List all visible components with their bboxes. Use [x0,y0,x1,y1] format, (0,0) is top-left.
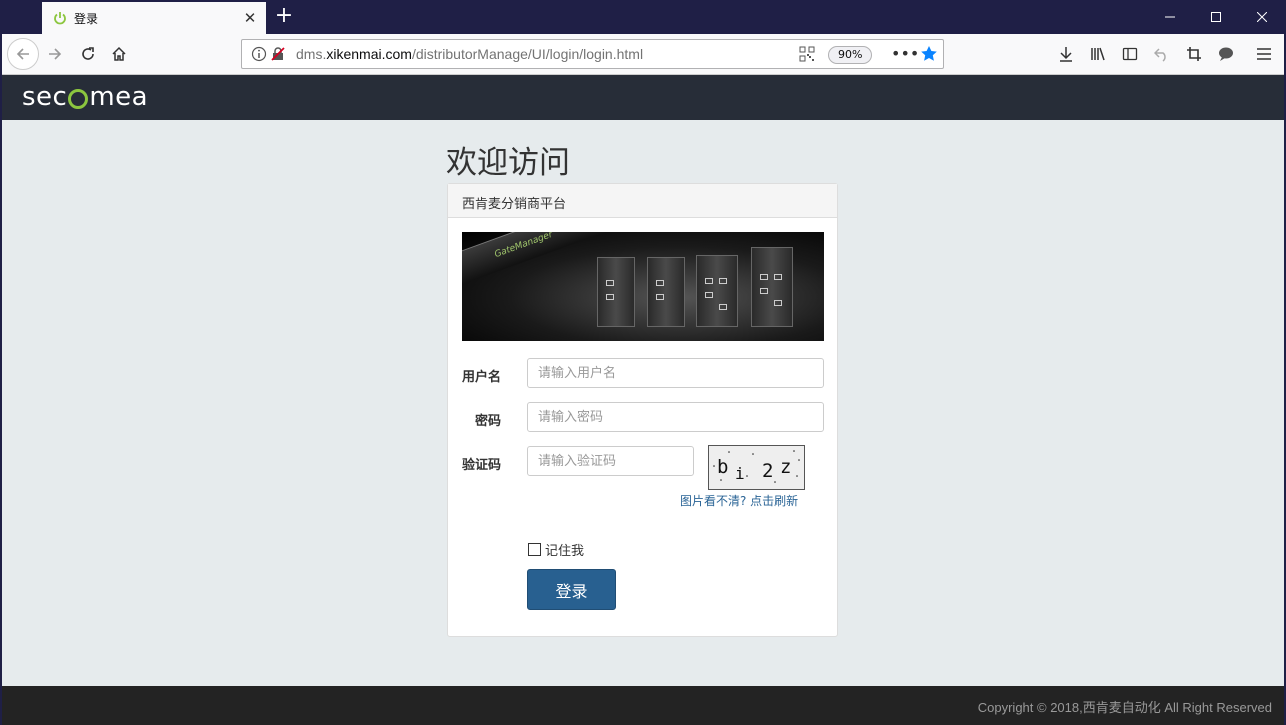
hamburger-menu-icon[interactable] [1250,40,1278,68]
more-actions-icon[interactable]: ••• [891,44,919,63]
panel-title: 西肯麦分销商平台 [448,184,837,218]
remember-me[interactable]: 记住我 [528,540,584,559]
tab-title: 登录 [74,11,99,26]
address-bar[interactable]: dms.xikenmai.com/distributorManage/UI/lo… [241,39,944,69]
password-input[interactable] [527,402,824,432]
captcha-noise [713,450,800,483]
window-border-left [0,34,2,725]
site-header: sec mea [2,75,1284,120]
maximize-icon[interactable] [1193,0,1239,34]
device-4 [751,247,793,327]
login-button[interactable]: 登录 [527,569,616,610]
window-close-icon[interactable] [1239,0,1285,34]
insecure-lock-icon[interactable] [270,46,286,66]
login-panel: 西肯麦分销商平台 GateManager 用户名 密码 验证码 b i 2 z … [447,183,838,637]
download-icon[interactable] [1052,40,1080,68]
forward-arrow-icon[interactable] [41,40,69,68]
reload-icon[interactable] [74,40,102,68]
url-text: dms.xikenmai.com/distributorManage/UI/lo… [296,46,644,62]
bookmark-star-icon[interactable] [920,45,938,67]
remember-me-label: 记住我 [545,544,585,559]
secomea-logo[interactable]: sec mea [22,82,148,112]
site-footer: Copyright © 2018,西肯麦自动化 All Right Reserv… [2,686,1284,725]
new-tab-button[interactable]: + [272,5,296,29]
captcha-label: 验证码 [462,458,502,473]
close-tab-icon[interactable]: ✕ [238,6,262,30]
device-1 [597,257,635,327]
refresh-captcha-link[interactable]: 图片看不清? 点击刷新 [680,492,798,509]
remember-me-checkbox[interactable] [528,543,541,556]
zoom-level-badge[interactable]: 90% [828,46,873,64]
info-icon[interactable] [251,46,267,66]
library-icon[interactable] [1084,40,1112,68]
captcha-input[interactable] [527,446,694,476]
home-icon[interactable] [105,40,133,68]
password-label: 密码 [475,414,502,429]
sidebar-icon[interactable] [1116,40,1144,68]
back-arrow-icon[interactable] [7,38,39,70]
username-label: 用户名 [462,370,502,385]
captcha-image[interactable]: b i 2 z [708,445,805,490]
device-2 [647,257,685,327]
undo-icon[interactable] [1148,40,1176,68]
copyright-text: Copyright © 2018,西肯麦自动化 All Right Reserv… [977,700,1272,715]
device-3 [696,255,738,327]
qr-code-icon[interactable] [799,46,815,66]
minimize-icon[interactable] [1147,0,1193,34]
username-input[interactable] [527,358,824,388]
chat-bubble-icon[interactable] [1212,40,1240,68]
power-icon [52,10,68,26]
page-title: 欢迎访问 [446,145,570,181]
crop-icon[interactable] [1180,40,1208,68]
product-banner-image: GateManager [462,232,824,341]
browser-titlebar: 登录 ✕ + [0,0,1286,34]
browser-tab[interactable]: 登录 ✕ [42,2,266,34]
logo-power-icon [68,89,89,109]
browser-navbar: dms.xikenmai.com/distributorManage/UI/lo… [0,34,1286,75]
